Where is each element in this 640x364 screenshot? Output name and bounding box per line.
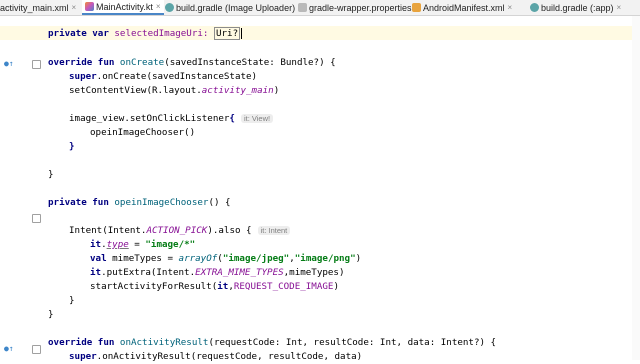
editor-tab-bar: activity_main.xml × MainActivity.kt × bu… bbox=[0, 0, 640, 16]
tab-gradle-wrapper-properties[interactable]: gradle-wrapper.properties × bbox=[298, 0, 419, 15]
close-icon[interactable]: × bbox=[156, 2, 161, 11]
code-line: startActivityForResult(it,REQUEST_CODE_I… bbox=[90, 281, 339, 292]
code-line: } bbox=[48, 309, 54, 320]
fold-icon[interactable] bbox=[32, 345, 41, 354]
tab-android-manifest-xml[interactable]: AndroidManifest.xml × bbox=[412, 0, 512, 15]
fold-icon[interactable] bbox=[32, 214, 41, 223]
code-line: } bbox=[69, 141, 75, 152]
code-line: image_view.setOnClickListener{it: View! bbox=[69, 112, 274, 126]
close-icon[interactable]: × bbox=[72, 3, 77, 12]
code-line: Intent(Intent.ACTION_PICK).also {it: Int… bbox=[69, 224, 291, 238]
tab-label: build.gradle (:app) bbox=[541, 2, 614, 13]
tab-label: gradle-wrapper.properties bbox=[309, 2, 412, 13]
code-line: private fun opeinImageChooser() { bbox=[48, 197, 231, 208]
code-line: private var selectedImageUri: Uri? bbox=[48, 27, 243, 41]
gradle-file-icon bbox=[530, 3, 539, 12]
code-line: it.type = "image/*" bbox=[90, 239, 196, 250]
tab-label: build.gradle (Image Uploader) bbox=[176, 2, 296, 13]
code-line: setContentView(R.layout.activity_main) bbox=[69, 85, 280, 96]
code-line: super.onActivityResult(requestCode, resu… bbox=[69, 351, 363, 362]
fold-icon[interactable] bbox=[32, 60, 41, 69]
inlay-hint: it: Intent bbox=[257, 226, 291, 235]
code-line: override fun onActivityResult(requestCod… bbox=[48, 337, 497, 348]
editor-gutter: ●↑ ●↑ bbox=[0, 16, 41, 360]
tab-label: activity_main.xml bbox=[0, 2, 69, 13]
inlay-hint: it: View! bbox=[240, 114, 274, 123]
tab-label: AndroidManifest.xml bbox=[423, 2, 505, 13]
code-line: val mimeTypes = arrayOf("image/jpeg","im… bbox=[90, 253, 362, 264]
text-cursor bbox=[241, 28, 243, 39]
override-marker-icon[interactable]: ●↑ bbox=[4, 344, 14, 353]
gradle-file-icon bbox=[165, 3, 174, 12]
code-line: } bbox=[48, 169, 54, 180]
kotlin-file-icon bbox=[85, 2, 94, 11]
close-icon[interactable]: × bbox=[617, 3, 622, 12]
code-line: opeinImageChooser() bbox=[90, 127, 196, 138]
type-highlight: Uri? bbox=[213, 27, 241, 40]
code-line: } bbox=[69, 295, 75, 306]
code-line: super.onCreate(savedInstanceState) bbox=[69, 71, 258, 82]
override-marker-icon[interactable]: ●↑ bbox=[4, 59, 14, 68]
tab-build-gradle-app[interactable]: build.gradle (:app) × bbox=[530, 0, 621, 15]
code-line: it.putExtra(Intent.EXTRA_MIME_TYPES,mime… bbox=[90, 267, 345, 278]
tab-activity-main-xml[interactable]: activity_main.xml × bbox=[0, 0, 76, 15]
properties-file-icon bbox=[298, 3, 307, 12]
tab-main-activity-kt[interactable]: MainActivity.kt × bbox=[82, 0, 164, 15]
editor-scrollbar[interactable] bbox=[632, 16, 640, 360]
code-line: override fun onCreate(savedInstanceState… bbox=[48, 57, 336, 68]
tab-label: MainActivity.kt bbox=[96, 1, 153, 12]
tab-build-gradle-image-uploader[interactable]: build.gradle (Image Uploader) × bbox=[165, 0, 303, 15]
xml-file-icon bbox=[412, 3, 421, 12]
close-icon[interactable]: × bbox=[508, 3, 513, 12]
